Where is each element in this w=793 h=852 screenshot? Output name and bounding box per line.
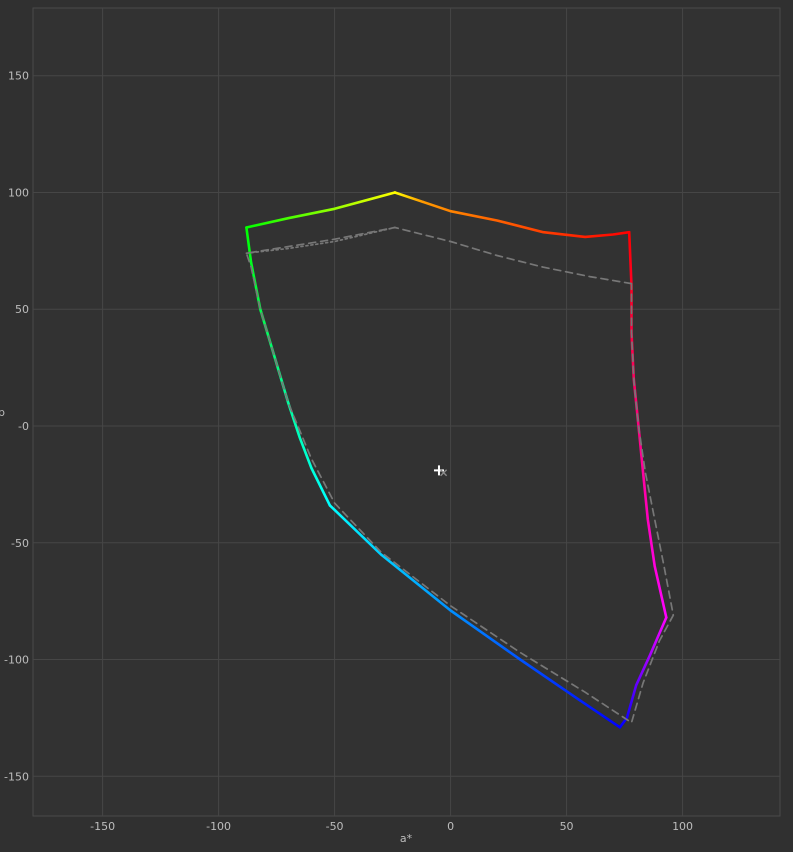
y-tick-label: 150: [8, 70, 29, 83]
y-tick-label: -0: [18, 420, 29, 433]
y-tick-label: -100: [4, 654, 29, 667]
y-tick-label: -50: [11, 537, 29, 550]
x-tick-label: 100: [672, 820, 693, 833]
x-tick-label: 0: [447, 820, 454, 833]
x-tick-labels: -150 -100 -50 0 50 100: [90, 820, 693, 833]
x-tick-label: 50: [560, 820, 574, 833]
x-tick-label: -100: [206, 820, 231, 833]
x-axis-label: a*: [400, 832, 413, 845]
y-tick-label: -150: [4, 770, 29, 783]
gamut-chart: -150 -100 -50 0 50 100 15010050-0-50-100-150 …: [0, 7, 781, 845]
x-tick-label: -50: [326, 820, 344, 833]
y-tick-label: 50: [15, 303, 29, 316]
x-tick-label: -150: [90, 820, 115, 833]
y-tick-label: 100: [8, 186, 29, 199]
y-axis-label: b: [0, 406, 5, 419]
chart-root: -150 -100 -50 0 50 100 150 100 50 -0 -50 -100 -150 …: [0, 0, 793, 852]
y-tick-labels: 150 100 50 -0 -50 -100 -150: [4, 70, 29, 784]
plot-area: [32, 7, 781, 817]
